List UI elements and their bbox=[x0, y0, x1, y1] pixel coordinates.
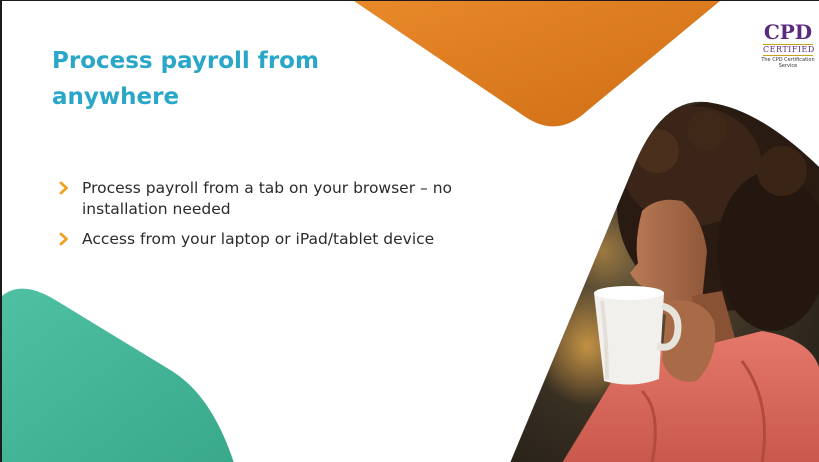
slide-title: Process payroll from anywhere bbox=[52, 48, 319, 110]
slide: Process payroll from anywhere Process pa… bbox=[0, 0, 819, 462]
bullet-text: Access from your laptop or iPad/tablet d… bbox=[82, 230, 435, 248]
cpd-certified-badge: CPD CERTIFIED The CPD Certification Serv… bbox=[759, 21, 817, 83]
cpd-certified-text: CERTIFIED bbox=[763, 44, 815, 56]
cpd-service-text: The CPD Certification Service bbox=[761, 57, 815, 69]
chevron-right-icon bbox=[59, 232, 68, 246]
bullet-text: Process payroll from a tab on your brows… bbox=[82, 179, 452, 218]
bullet-item: Process payroll from a tab on your brows… bbox=[59, 178, 459, 220]
bullet-item: Access from your laptop or iPad/tablet d… bbox=[59, 229, 459, 250]
cpd-logo-text: CPD bbox=[763, 20, 813, 44]
bullet-list: Process payroll from a tab on your brows… bbox=[59, 178, 459, 259]
chevron-right-icon bbox=[59, 181, 68, 195]
